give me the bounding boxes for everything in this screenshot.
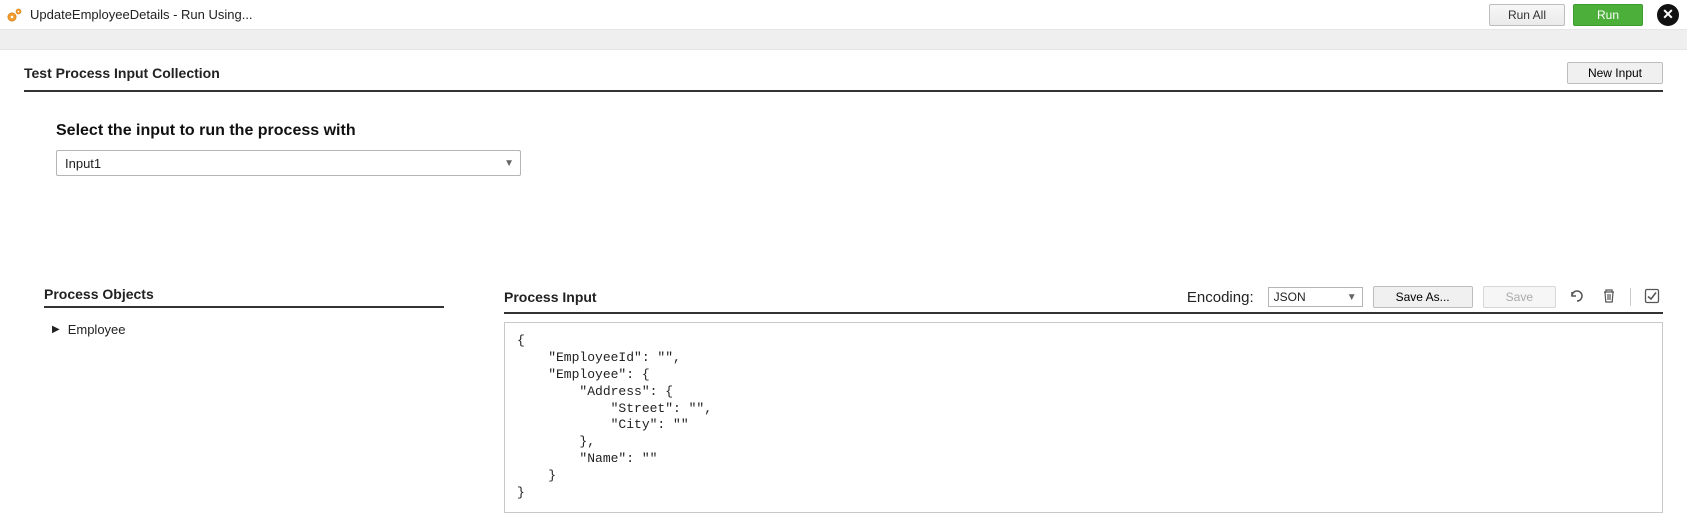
process-input-title: Process Input [504,289,597,305]
new-input-button[interactable]: New Input [1567,62,1663,84]
collection-section-header: Test Process Input Collection New Input [24,62,1663,92]
save-as-button[interactable]: Save As... [1373,286,1473,308]
validate-button[interactable] [1641,286,1663,308]
process-input-controls: Encoding: JSON ▼ Save As... Save [1187,286,1663,308]
process-objects-title: Process Objects [44,286,154,302]
run-button[interactable]: Run [1573,4,1643,26]
encoding-select[interactable]: JSON ▼ [1268,287,1363,307]
json-editor[interactable]: { "EmployeeId": "", "Employee": { "Addre… [504,322,1663,513]
undo-button[interactable] [1566,286,1588,308]
main-row: Process Objects ▶ Employee Process Input… [0,286,1687,513]
collection-title: Test Process Input Collection [24,65,220,81]
delete-button[interactable] [1598,286,1620,308]
caret-right-icon: ▶ [52,324,60,335]
encoding-label: Encoding: [1187,289,1254,306]
input-select-value: Input1 [65,156,101,171]
save-button: Save [1483,286,1556,308]
input-select-label: Select the input to run the process with [56,122,1663,140]
separator [1630,288,1631,306]
tree-item-label: Employee [68,322,126,337]
process-objects-panel: Process Objects ▶ Employee [44,286,444,513]
close-button[interactable]: ✕ [1657,4,1679,26]
trash-icon [1601,288,1617,307]
chevron-down-icon: ▼ [504,158,514,169]
input-select-region: Select the input to run the process with… [56,122,1663,176]
process-input-panel: Process Input Encoding: JSON ▼ Save As..… [504,286,1663,513]
header-right: Run All Run ✕ [1489,4,1679,26]
check-box-icon [1643,287,1661,308]
header-left: UpdateEmployeeDetails - Run Using... [6,6,253,24]
toolbar-strip [0,30,1687,50]
close-icon: ✕ [1662,6,1674,23]
window-header: UpdateEmployeeDetails - Run Using... Run… [0,0,1687,30]
input-select-dropdown[interactable]: Input1 ▼ [56,150,521,176]
gear-icon [6,6,24,24]
encoding-value: JSON [1274,290,1306,304]
run-all-button[interactable]: Run All [1489,4,1565,26]
undo-icon [1568,287,1586,308]
chevron-down-icon: ▼ [1347,292,1357,303]
tree-item-employee[interactable]: ▶ Employee [44,316,444,337]
window-title: UpdateEmployeeDetails - Run Using... [30,7,253,22]
process-objects-header: Process Objects [44,286,444,308]
process-input-header: Process Input Encoding: JSON ▼ Save As..… [504,286,1663,314]
